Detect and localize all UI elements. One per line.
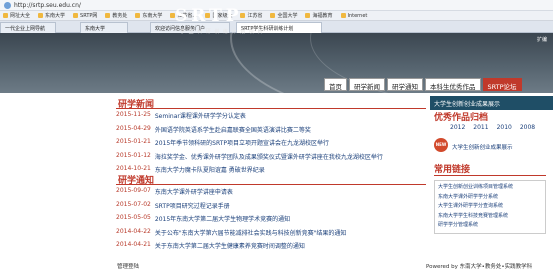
folder-icon <box>105 13 111 18</box>
main-nav: 首页 研学新闻 研学通知 本科生优秀作品 SRTP论坛 <box>324 78 522 91</box>
new-badge-icon: NEW <box>434 138 448 152</box>
list-item[interactable]: 2015-11-25 Seminar课程课外研学学分认定表 <box>116 111 383 120</box>
list-item[interactable]: 2015-01-21 2015年季节领科研的SRTP项目立项开题宣讲会在九龙湖校区… <box>116 138 383 147</box>
site-subtitle: 学 生 科 研 训 练 计 划 项 目 <box>180 29 264 35</box>
quick-link[interactable]: 东南大学学生科技竞赛管理系统 <box>438 212 542 222</box>
quick-link[interactable]: 研学学分管理系统 <box>438 221 542 231</box>
year-links: 2012 2011 2010 2008 <box>450 124 535 131</box>
browser-tab[interactable]: 东南大学 <box>80 22 128 33</box>
folder-icon <box>73 13 79 18</box>
nav-news[interactable]: 研学新闻 <box>349 78 385 91</box>
notices-list: 2015-09-07 东南大学课外研学讲座申请表 2015-07-02 SRTP项目… <box>116 187 346 250</box>
bookmark[interactable]: 东南大学 <box>135 12 162 19</box>
folder-icon <box>135 13 141 18</box>
nav-home[interactable]: 首页 <box>324 78 347 91</box>
globe-icon <box>4 2 11 9</box>
list-item[interactable]: 2015-09-07 东南大学课外研学讲座申请表 <box>116 187 346 196</box>
section-divider <box>434 175 546 176</box>
list-item[interactable]: 2015-01-12 海拉奖学金、优秀课外研学团队及成果颁奖仪式暨课外研学讲座在我… <box>116 152 383 161</box>
nav-works[interactable]: 本科生优秀作品 <box>425 78 481 91</box>
list-item[interactable]: 2015-04-29 外国语学院英语系学生赴启嘉联赛全国英语演讲比赛二等奖 <box>116 125 383 134</box>
url-text[interactable]: http://srtp.seu.edu.cn/ <box>14 2 81 9</box>
folder-icon <box>38 13 44 18</box>
list-item[interactable]: 2015-07-02 SRTP项目研究过程记录手册 <box>116 201 346 210</box>
footer-credit: Powered by 东南大学•教务处•实践教学科 <box>426 264 533 270</box>
year-link[interactable]: 2010 <box>497 124 512 131</box>
tab-strip: 一代企业上网导航 东南大学 欢迎访问信息服务门户 SRTP学生科研训练计划 <box>0 21 553 33</box>
section-divider <box>116 108 426 109</box>
bookmark[interactable]: Internet <box>340 13 367 19</box>
showcase-link[interactable]: 大学生创新创业成果展示 <box>452 143 513 151</box>
nav-forum[interactable]: SRTP论坛 <box>482 78 522 91</box>
list-item[interactable]: 2014-04-22 关于公布"东南大学第六届节能减排社会实践与科技创新竞赛"结果… <box>116 228 346 237</box>
year-link[interactable]: 2008 <box>520 124 535 131</box>
quick-link[interactable]: 东南大学课外研学学分系统 <box>438 193 542 203</box>
links-title: 常用链接 <box>434 165 471 175</box>
bookmark[interactable]: 海福教育 <box>305 12 333 19</box>
bookmark[interactable]: SRTP网 <box>73 12 97 19</box>
bookmark[interactable]: 东南大学 <box>38 12 65 19</box>
folder-icon <box>340 13 346 18</box>
expand-link[interactable]: 扩编 <box>537 36 547 43</box>
bookmarks-bar: 网址大全 东南大学 SRTP网 教务处 东南大学 江苏省人 国家级大 江苏省 全… <box>0 11 553 21</box>
list-item[interactable]: 2014-04-21 关于东南大学第二届大学生健康素养竞赛时间调整的通知 <box>116 241 346 250</box>
works-title: 优秀作品归档 <box>434 113 489 123</box>
list-item[interactable]: 2015-05-05 2015年东南大学第二届大学生物理学术竞赛的通知 <box>116 214 346 223</box>
site-logo: SRTP <box>175 6 243 26</box>
bookmark[interactable]: 教务处 <box>105 12 127 19</box>
bookmark[interactable]: 江苏省 <box>240 12 262 19</box>
year-link[interactable]: 2012 <box>450 124 465 131</box>
list-item[interactable]: 2014-10-21 东南大学力魔卡队夏阳谊嘉 勇破世界纪录 <box>116 165 383 174</box>
bookmark[interactable]: 全国大学 <box>270 12 297 19</box>
showcase-strip-text[interactable]: 大学生创新创业成果展示 <box>434 99 500 108</box>
nav-notices[interactable]: 研学通知 <box>387 78 423 91</box>
news-list: 2015-11-25 Seminar课程课外研学学分认定表 2015-04-29 外… <box>116 111 383 174</box>
links-box: 大学生创新创业训练项目管理系统 东南大学课外研学学分系统 大学生课外研学学分查询… <box>434 180 546 234</box>
section-divider <box>116 184 426 185</box>
quick-link[interactable]: 大学生课外研学学分查询系统 <box>438 202 542 212</box>
admin-login-link[interactable]: 管理登陆 <box>117 262 139 270</box>
year-link[interactable]: 2011 <box>473 124 488 131</box>
browser-tab[interactable]: 一代企业上网导航 <box>0 22 56 33</box>
folder-icon <box>270 13 276 18</box>
folder-icon <box>305 13 311 18</box>
bookmark[interactable]: 网址大全 <box>3 12 30 19</box>
folder-icon <box>3 13 8 18</box>
address-bar[interactable]: http://srtp.seu.edu.cn/ <box>0 0 553 11</box>
quick-link[interactable]: 大学生创新创业训练项目管理系统 <box>438 183 542 193</box>
